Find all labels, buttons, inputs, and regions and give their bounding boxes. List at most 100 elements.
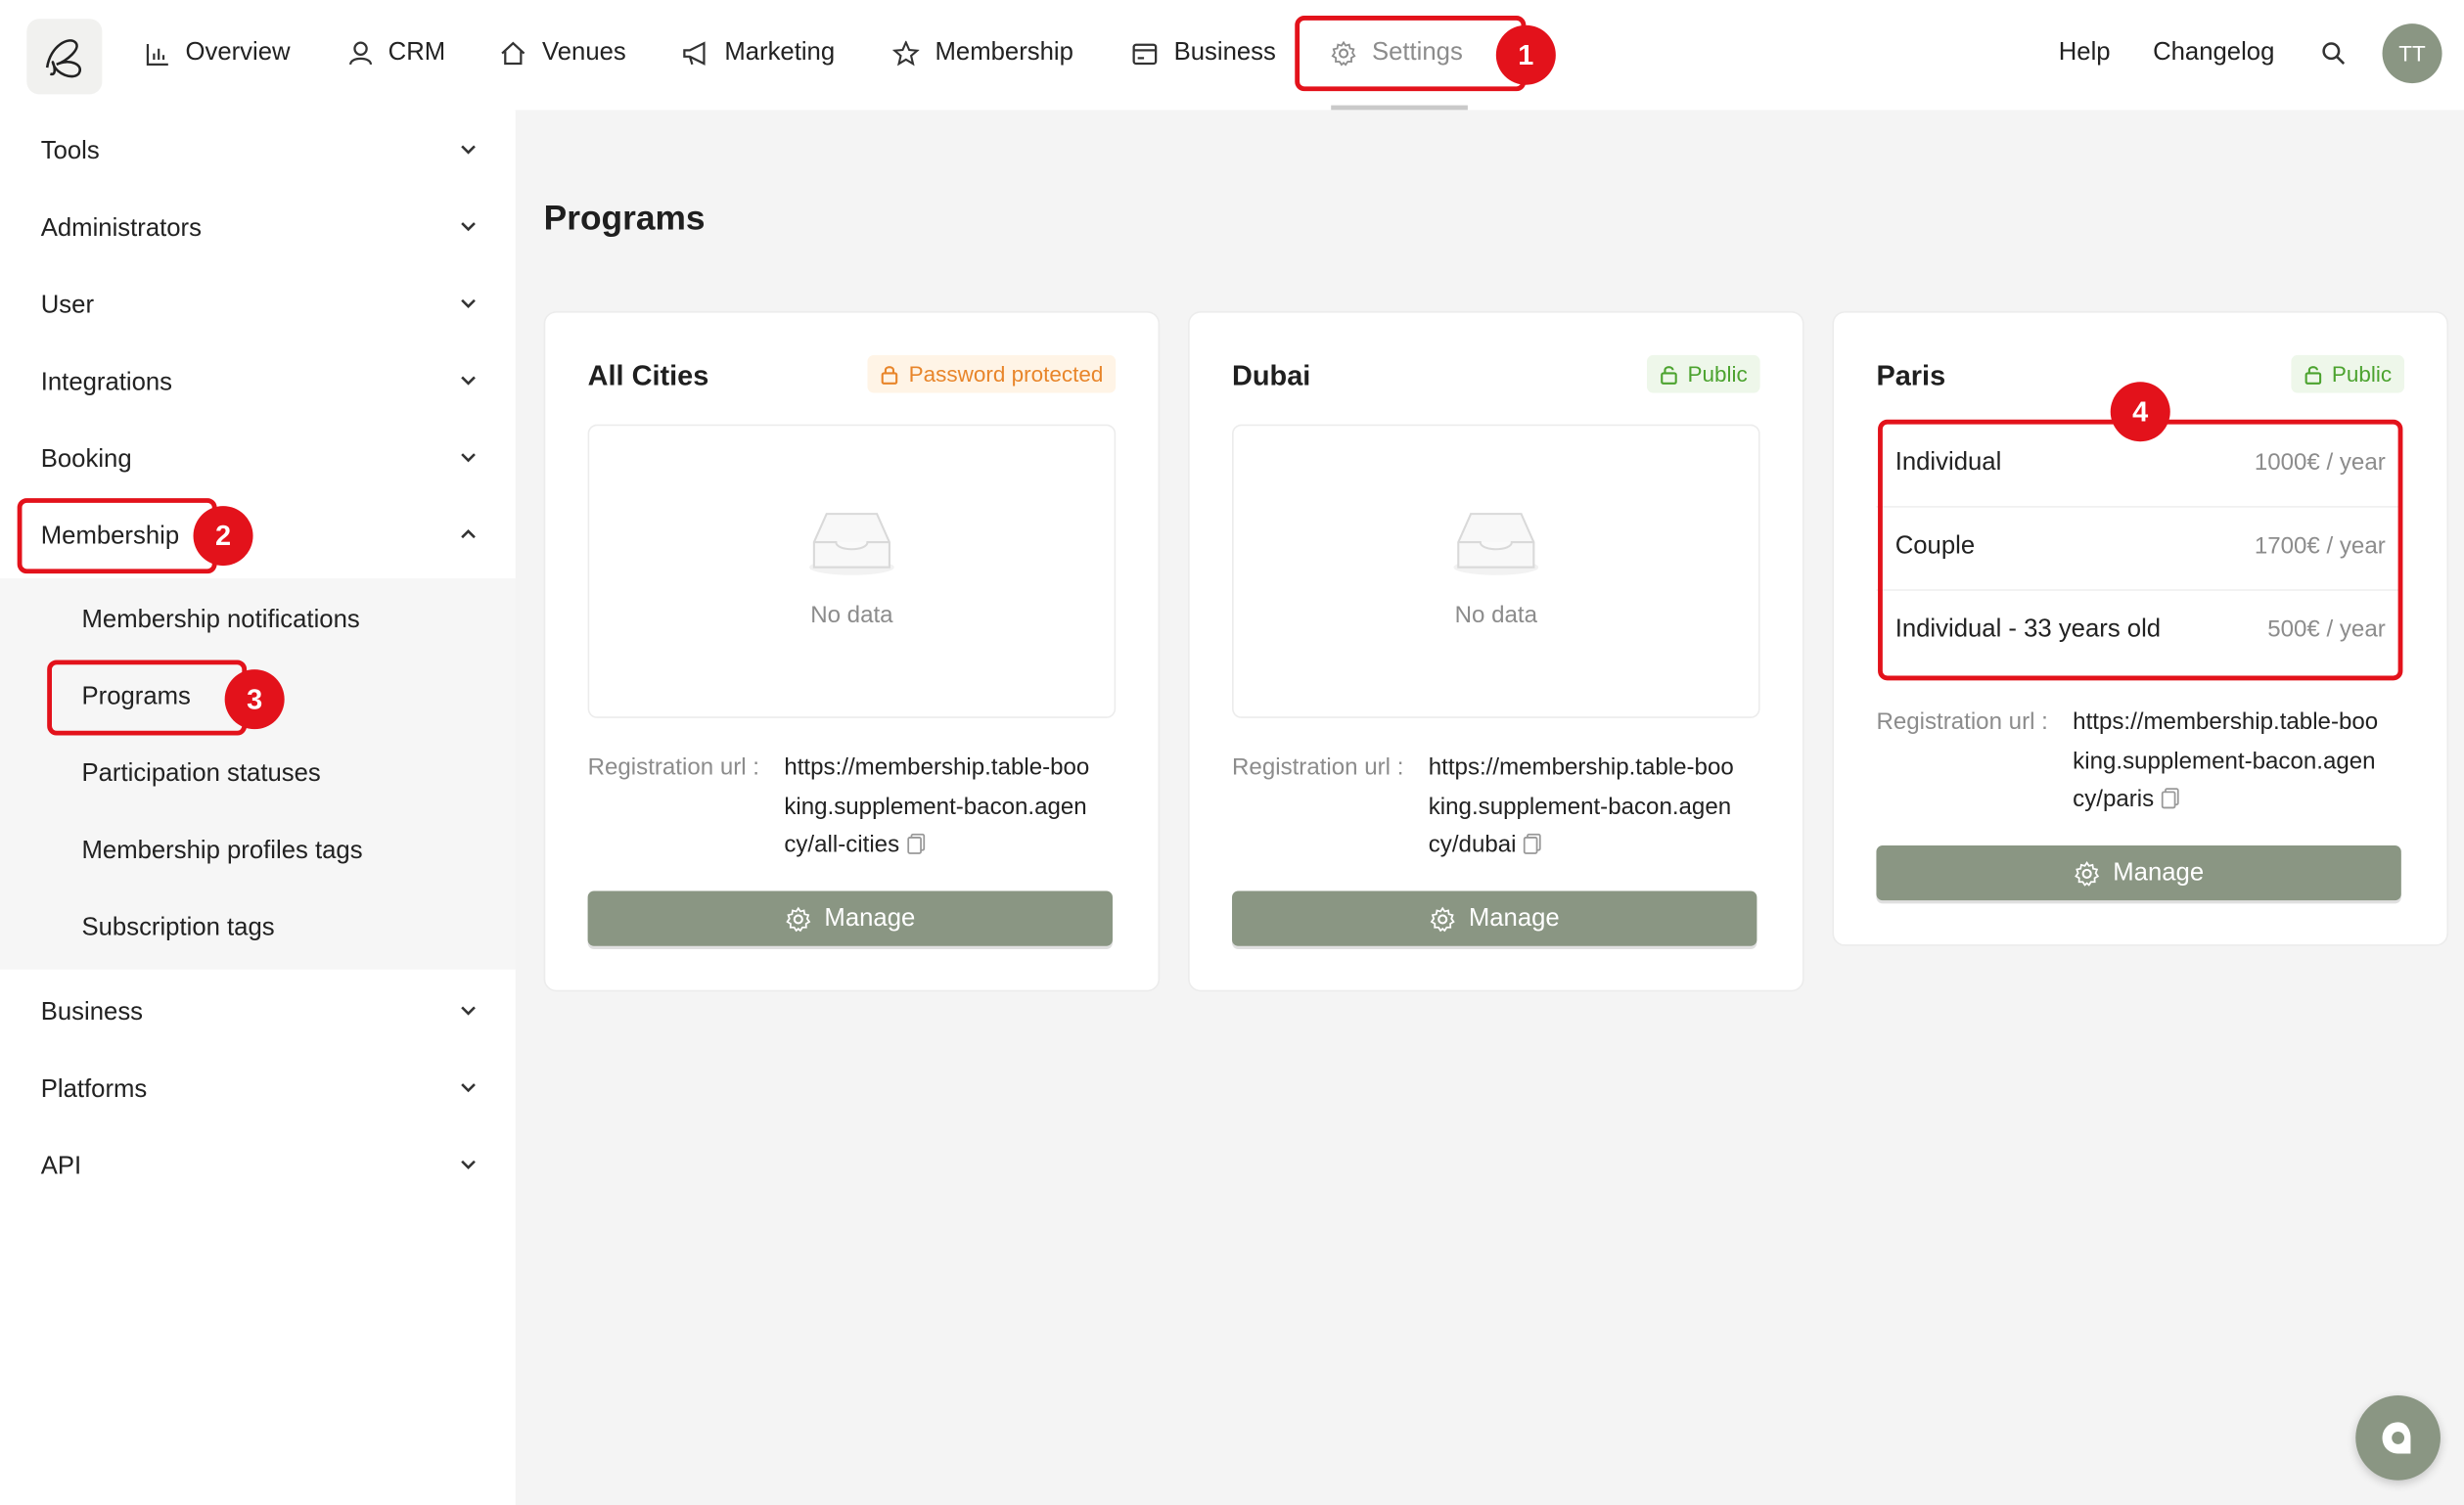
top-navigation: Overview CRM Venues Marketing Membership…	[0, 0, 2464, 111]
chevron-down-icon	[461, 1006, 476, 1016]
chevron-down-icon	[461, 298, 476, 308]
chevron-up-icon	[461, 528, 476, 539]
chevron-down-icon	[461, 376, 476, 386]
nav-label: Marketing	[724, 39, 836, 67]
manage-button[interactable]: Manage	[1876, 844, 2401, 901]
chevron-down-icon	[461, 145, 476, 155]
manage-label: Manage	[1468, 904, 1560, 932]
chat-icon	[2382, 1422, 2411, 1454]
nav-venues[interactable]: Venues	[500, 31, 626, 75]
copy-icon[interactable]	[1523, 833, 1541, 854]
sidebar-item-label: Administrators	[40, 214, 202, 242]
registration-url: Registration url : https://membership.ta…	[588, 750, 1113, 866]
page-title: Programs	[543, 198, 706, 238]
program-card-all-cities: All Cities Password protected No data Re…	[543, 310, 1161, 992]
unlock-icon	[2304, 365, 2321, 385]
annotation-marker: 2	[193, 506, 253, 567]
chevron-down-icon	[461, 1083, 476, 1093]
registration-url: Registration url : https://membership.ta…	[1232, 750, 1757, 866]
url-text: https://membership.table-booking.supplem…	[1428, 753, 1734, 858]
app-logo[interactable]	[26, 19, 103, 95]
chevron-down-icon	[461, 222, 476, 232]
annotation-box-program-list	[1878, 419, 2403, 681]
sidebar-item-api[interactable]: API	[0, 1128, 516, 1206]
nav-label: CRM	[388, 39, 446, 67]
nav-label: Venues	[542, 39, 626, 67]
manage-label: Manage	[2113, 858, 2205, 886]
no-data-text: No data	[810, 602, 893, 629]
gear-icon	[2074, 860, 2099, 886]
nav-overview[interactable]: Overview	[146, 31, 291, 75]
registration-url-label: Registration url :	[1232, 753, 1404, 782]
user-icon	[348, 41, 373, 66]
badge-label: Password protected	[908, 361, 1104, 388]
submenu-participation-statuses[interactable]: Participation statuses	[82, 752, 321, 797]
star-icon	[892, 40, 920, 67]
card-title: All Cities	[587, 359, 709, 391]
lock-icon	[882, 365, 898, 385]
card-title: Paris	[1876, 359, 1946, 391]
card-title: Dubai	[1232, 359, 1311, 391]
registration-url-label: Registration url :	[587, 753, 760, 782]
nav-business[interactable]: Business	[1131, 31, 1276, 75]
registration-url-value[interactable]: https://membership.table-booking.supplem…	[1429, 750, 1743, 865]
sidebar-item-label: Integrations	[40, 368, 173, 395]
manage-button[interactable]: Manage	[587, 890, 1113, 946]
url-text: https://membership.table-booking.supplem…	[2073, 708, 2379, 813]
copy-icon[interactable]	[906, 833, 925, 854]
sidebar-item-integrations[interactable]: Integrations	[0, 344, 516, 422]
registration-url-label: Registration url :	[1876, 708, 2048, 736]
sidebar-item-administrators[interactable]: Administrators	[0, 190, 516, 267]
sidebar-item-label: Business	[40, 998, 144, 1026]
no-data-text: No data	[1454, 602, 1537, 629]
nav-label: Membership	[935, 39, 1073, 67]
home-icon	[501, 41, 525, 66]
manage-button[interactable]: Manage	[1232, 890, 1757, 946]
copy-icon[interactable]	[2161, 788, 2179, 809]
chevron-down-icon	[461, 453, 476, 463]
sidebar-item-label: Platforms	[40, 1075, 148, 1103]
sidebar-item-label: Booking	[40, 445, 132, 473]
sidebar-item-business[interactable]: Business	[0, 975, 516, 1052]
submenu-membership-profiles-tags[interactable]: Membership profiles tags	[82, 830, 363, 874]
changelog-link[interactable]: Changelog	[2153, 31, 2274, 75]
sidebar-item-platforms[interactable]: Platforms	[0, 1051, 516, 1128]
nav-marketing[interactable]: Marketing	[682, 31, 835, 75]
unlock-icon	[1660, 365, 1677, 385]
wallet-icon	[1132, 42, 1158, 65]
registration-url: Registration url : https://membership.ta…	[1876, 704, 2400, 820]
sidebar-item-user[interactable]: User	[0, 267, 516, 344]
program-card-dubai: Dubai Public No data Registration url : …	[1188, 310, 1804, 992]
logo-icon	[45, 39, 81, 78]
badge-label: Public	[1687, 361, 1748, 388]
empty-inbox-icon	[809, 513, 894, 575]
nav-crm[interactable]: CRM	[348, 31, 446, 75]
gear-icon	[785, 905, 810, 932]
status-badge: Public	[1646, 354, 1760, 393]
sidebar-item-label: User	[40, 291, 95, 319]
submenu-subscription-tags[interactable]: Subscription tags	[82, 907, 275, 951]
bar-chart-icon	[146, 43, 168, 66]
main-content: Programs All Cities Password protected N…	[515, 110, 2464, 1505]
chat-support-button[interactable]	[2355, 1395, 2441, 1481]
url-text: https://membership.table-booking.supplem…	[784, 753, 1090, 858]
nav-membership[interactable]: Membership	[892, 31, 1073, 75]
gear-icon	[1430, 905, 1455, 932]
registration-url-value[interactable]: https://membership.table-booking.supplem…	[784, 750, 1098, 865]
status-badge: Password protected	[867, 354, 1117, 393]
help-link[interactable]: Help	[2059, 31, 2111, 75]
annotation-marker: 4	[2110, 382, 2170, 442]
annotation-marker: 1	[1495, 24, 1556, 85]
status-badge: Public	[2291, 354, 2405, 393]
registration-url-value[interactable]: https://membership.table-booking.supplem…	[2073, 704, 2387, 819]
empty-inbox-icon	[1453, 513, 1539, 575]
sidebar-item-booking[interactable]: Booking	[0, 421, 516, 498]
badge-label: Public	[2331, 361, 2393, 388]
annotation-marker: 3	[224, 669, 285, 730]
submenu-membership-notifications[interactable]: Membership notifications	[82, 599, 360, 643]
annotation-box-programs	[47, 660, 248, 736]
search-button[interactable]	[2321, 31, 2347, 75]
user-avatar[interactable]: TT	[2382, 23, 2442, 84]
sidebar-item-tools[interactable]: Tools	[0, 114, 516, 191]
settings-sidebar: Tools Administrators User Integrations B…	[0, 110, 516, 1505]
